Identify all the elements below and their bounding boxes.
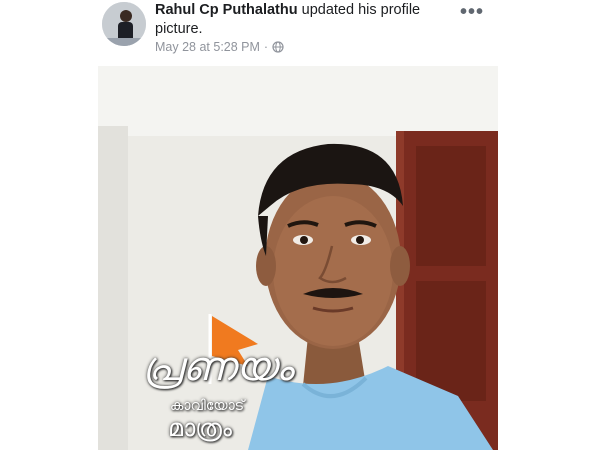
profile-avatar[interactable]: [102, 2, 146, 46]
avatar-image: [102, 2, 146, 46]
meta-separator: ·: [263, 40, 269, 54]
post-header: Rahul Cp Puthalathu updated his profile …: [98, 0, 498, 66]
photo-image: [98, 66, 498, 450]
post-meta: May 28 at 5:28 PM ·: [155, 40, 284, 54]
overlay-text-line2: കാവിയോട്: [170, 398, 245, 414]
author-name[interactable]: Rahul Cp Puthalathu: [155, 2, 298, 18]
post-headline: Rahul Cp Puthalathu updated his profile …: [155, 1, 445, 39]
profile-picture-photo[interactable]: പ്രണയം കാവിയോട് മാത്രം: [98, 66, 498, 450]
facebook-post-card: Rahul Cp Puthalathu updated his profile …: [98, 0, 498, 450]
post-timestamp[interactable]: May 28 at 5:28 PM: [155, 40, 260, 54]
overlay-text-line1: പ്രണയം: [142, 344, 293, 390]
globe-icon[interactable]: [272, 41, 284, 53]
overlay-text-line3: മാത്രം: [168, 414, 232, 442]
more-options-button[interactable]: •••: [460, 2, 484, 22]
